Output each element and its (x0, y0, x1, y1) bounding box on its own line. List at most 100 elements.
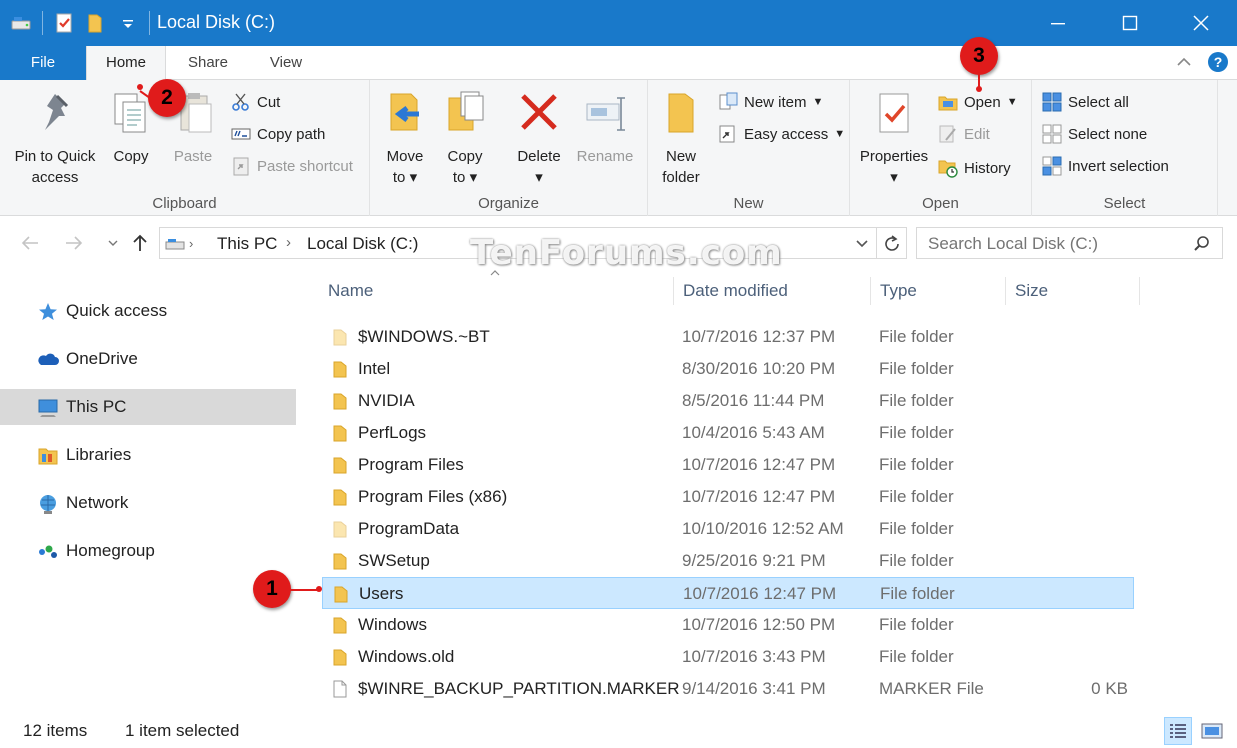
column-header-size[interactable]: Size (1006, 277, 1140, 305)
folder-icon (332, 424, 348, 442)
breadcrumb-local-disk[interactable]: Local Disk (C:) (307, 234, 418, 254)
paste-label: Paste (173, 148, 213, 165)
back-button[interactable] (16, 229, 44, 257)
move-label-2: to ▾ (392, 169, 418, 186)
customize-toolbar-icon[interactable] (117, 12, 139, 34)
copy-path-button[interactable]: Copy path (231, 120, 325, 148)
tab-home[interactable]: Home (86, 46, 166, 81)
callout-3: 3 (960, 37, 998, 75)
properties-icon[interactable] (53, 12, 75, 34)
delete-button[interactable]: Delete ▾ (508, 86, 570, 188)
column-header-date-modified[interactable]: Date modified (674, 277, 871, 305)
tab-share[interactable]: Share (172, 46, 244, 80)
file-row[interactable]: Windows 10/7/2016 12:50 PM File folder (322, 609, 1134, 641)
history-button[interactable]: History (938, 154, 1011, 182)
file-name: Program Files (x86) (358, 487, 508, 506)
details-view-button[interactable] (1164, 717, 1192, 745)
network-icon (40, 495, 56, 514)
file-type: File folder (879, 615, 954, 634)
cut-button[interactable]: Cut (231, 88, 280, 116)
file-row[interactable]: Intel 8/30/2016 10:20 PM File folder (322, 353, 1134, 385)
invert-selection-button[interactable]: Invert selection (1042, 152, 1169, 180)
new-folder-label-1: New (665, 148, 696, 165)
new-item-button[interactable]: New item ▼ (718, 88, 823, 116)
nav-item-homegroup[interactable]: Homegroup (0, 533, 296, 569)
nav-item-this-pc[interactable]: This PC (0, 389, 296, 425)
collapse-ribbon-icon[interactable] (1175, 53, 1193, 71)
new-item-icon (718, 92, 738, 112)
breadcrumb-separator[interactable]: › (189, 236, 193, 251)
column-header-name[interactable]: Name (319, 277, 674, 305)
folder-icon (332, 616, 348, 634)
move-to-button[interactable]: Move to ▾ (378, 86, 432, 188)
easy-access-icon (718, 124, 738, 144)
nav-label: This PC (66, 397, 127, 416)
file-date-modified: 9/14/2016 3:41 PM (682, 679, 826, 698)
rename-button[interactable]: Rename (572, 86, 638, 167)
file-row[interactable]: Windows.old 10/7/2016 3:43 PM File folder (322, 641, 1134, 673)
file-list: Name Date modified Type Size $WINDOWS.~B… (300, 269, 1237, 713)
up-arrow-icon (133, 234, 147, 251)
folder-icon (332, 520, 348, 538)
close-button[interactable] (1165, 0, 1237, 46)
nav-item-onedrive[interactable]: OneDrive (0, 341, 296, 377)
recent-locations-button[interactable] (99, 229, 127, 257)
select-none-button[interactable]: Select none (1042, 120, 1147, 148)
file-name: ProgramData (358, 519, 460, 538)
file-row[interactable]: $WINRE_BACKUP_PARTITION.MARKER 9/14/2016 … (322, 673, 1134, 705)
minimize-button[interactable] (1022, 0, 1094, 46)
move-to-icon (381, 86, 429, 142)
nav-item-libraries[interactable]: Libraries (0, 437, 296, 473)
properties-button[interactable]: Properties ▾ (856, 86, 932, 188)
open-button[interactable]: Open ▼ (938, 88, 1018, 116)
maximize-button[interactable] (1094, 0, 1166, 46)
new-folder-button[interactable]: New folder (652, 86, 710, 188)
file-row[interactable]: Program Files 10/7/2016 12:47 PM File fold… (322, 449, 1134, 481)
pin-to-quick-access-button[interactable]: Pin to Quick access (8, 86, 102, 188)
select-all-label: Select all (1068, 93, 1129, 111)
select-all-button[interactable]: Select all (1042, 88, 1129, 116)
file-row[interactable]: ProgramData 10/10/2016 12:52 AM File folde… (322, 513, 1134, 545)
edit-button[interactable]: Edit (938, 120, 990, 148)
drive-icon (165, 239, 185, 250)
search-icon[interactable] (1193, 235, 1211, 253)
new-folder-icon[interactable] (85, 12, 107, 34)
star-icon (39, 303, 57, 320)
file-type: File folder (879, 359, 954, 378)
breadcrumb-this-pc[interactable]: This PC (217, 234, 277, 254)
file-row[interactable]: NVIDIA 8/5/2016 11:44 PM File folder (322, 385, 1134, 417)
address-dropdown-icon[interactable] (855, 239, 869, 249)
quick-access-toolbar (10, 10, 150, 36)
select-none-icon (1042, 124, 1062, 144)
drive-icon[interactable] (10, 12, 32, 34)
tab-view[interactable]: View (250, 46, 322, 80)
file-row[interactable]: $WINDOWS.~BT 10/7/2016 12:37 PM File folde… (322, 321, 1134, 353)
easy-access-button[interactable]: Easy access ▼ (718, 120, 845, 148)
file-date-modified: 10/7/2016 12:37 PM (682, 327, 836, 346)
navigation-pane: Quick access OneDrive This PC Libraries … (0, 269, 300, 713)
file-row[interactable]: Users 10/7/2016 12:47 PM File folder (322, 577, 1134, 609)
file-name: NVIDIA (358, 391, 415, 410)
help-icon[interactable]: ? (1207, 51, 1229, 73)
paste-shortcut-button[interactable]: Paste shortcut (231, 152, 353, 180)
delete-dropdown: ▾ (535, 169, 543, 186)
large-icons-view-button[interactable] (1198, 717, 1226, 745)
search-input[interactable] (928, 234, 1178, 254)
file-row[interactable]: SWSetup 9/25/2016 9:21 PM File folder (322, 545, 1134, 577)
tab-file[interactable]: File (0, 46, 86, 80)
nav-item-quick-access[interactable]: Quick access (0, 293, 296, 329)
forward-button[interactable] (60, 229, 88, 257)
nav-item-network[interactable]: Network (0, 485, 296, 521)
breadcrumb-separator-2[interactable]: › (286, 234, 291, 251)
file-row[interactable]: Program Files (x86) 10/7/2016 12:47 PM Fil… (322, 481, 1134, 513)
file-row[interactable]: PerfLogs 10/4/2016 5:43 AM File folder (322, 417, 1134, 449)
copy-to-button[interactable]: Copy to ▾ (438, 86, 492, 188)
refresh-icon[interactable] (882, 234, 902, 254)
libraries-icon (38, 448, 58, 465)
search-box[interactable] (916, 227, 1223, 259)
open-dropdown-icon: ▼ (1006, 96, 1018, 108)
folder-icon (657, 86, 705, 142)
column-header-type[interactable]: Type (871, 277, 1006, 305)
up-button[interactable] (126, 229, 154, 257)
invert-selection-icon (1042, 156, 1062, 176)
